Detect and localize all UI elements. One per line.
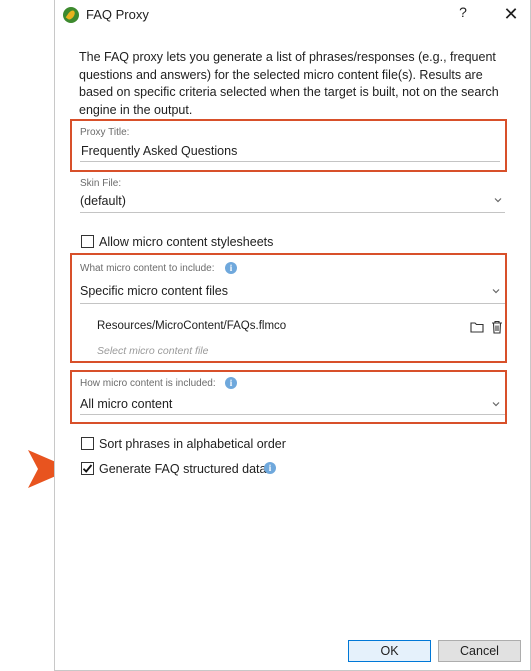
how-included-select[interactable]: All micro content — [80, 397, 480, 411]
checkmark-icon — [82, 464, 93, 473]
cancel-button[interactable]: Cancel — [438, 640, 521, 662]
info-icon[interactable]: i — [225, 377, 237, 389]
chevron-down-icon[interactable] — [491, 399, 501, 409]
allow-stylesheets-checkbox[interactable] — [81, 235, 94, 248]
chevron-down-icon[interactable] — [493, 195, 503, 205]
micro-content-file-placeholder[interactable]: Select micro content file — [97, 345, 208, 357]
description-text: The FAQ proxy lets you generate a list o… — [79, 50, 499, 117]
micro-content-file-path[interactable]: Resources/MicroContent/FAQs.flmco — [97, 320, 286, 332]
how-included-underline — [80, 414, 505, 415]
what-to-include-select[interactable]: Specific micro content files — [80, 284, 480, 298]
skin-file-group: Skin File: (default) — [72, 174, 505, 216]
what-to-include-group: What micro content to include: i Specifi… — [70, 253, 507, 363]
close-button[interactable]: ✕ — [499, 2, 523, 26]
proxy-title-input[interactable]: Frequently Asked Questions — [81, 144, 501, 158]
proxy-title-group: Proxy Title: Frequently Asked Questions — [70, 119, 507, 172]
sort-alpha-checkbox[interactable] — [81, 437, 94, 450]
skin-file-select[interactable]: (default) — [80, 194, 490, 208]
generate-faq-label: Generate FAQ structured data — [99, 462, 267, 476]
skin-file-label: Skin File: — [80, 178, 122, 189]
title-bar: FAQ Proxy ? ✕ — [55, 0, 530, 30]
what-to-include-underline — [80, 303, 505, 304]
info-icon[interactable]: i — [225, 262, 237, 274]
ok-button[interactable]: OK — [348, 640, 431, 662]
how-included-label: How micro content is included: — [80, 378, 216, 389]
chevron-down-icon[interactable] — [491, 286, 501, 296]
what-to-include-label: What micro content to include: — [80, 263, 215, 274]
sort-alpha-label: Sort phrases in alphabetical order — [99, 437, 286, 451]
trash-icon[interactable] — [491, 320, 503, 334]
allow-stylesheets-label: Allow micro content stylesheets — [99, 235, 274, 249]
info-icon[interactable]: i — [264, 462, 276, 474]
folder-icon[interactable] — [470, 321, 484, 333]
proxy-title-label: Proxy Title: — [80, 127, 130, 138]
flare-app-icon — [63, 7, 79, 23]
generate-faq-checkbox[interactable] — [81, 462, 94, 475]
proxy-title-underline — [80, 161, 500, 162]
help-button[interactable]: ? — [453, 4, 473, 26]
how-included-group: How micro content is included: i All mic… — [70, 370, 507, 424]
skin-file-underline — [80, 212, 505, 213]
faq-proxy-dialog: FAQ Proxy ? ✕ The FAQ proxy lets you gen… — [54, 0, 531, 671]
dialog-title: FAQ Proxy — [86, 7, 149, 22]
